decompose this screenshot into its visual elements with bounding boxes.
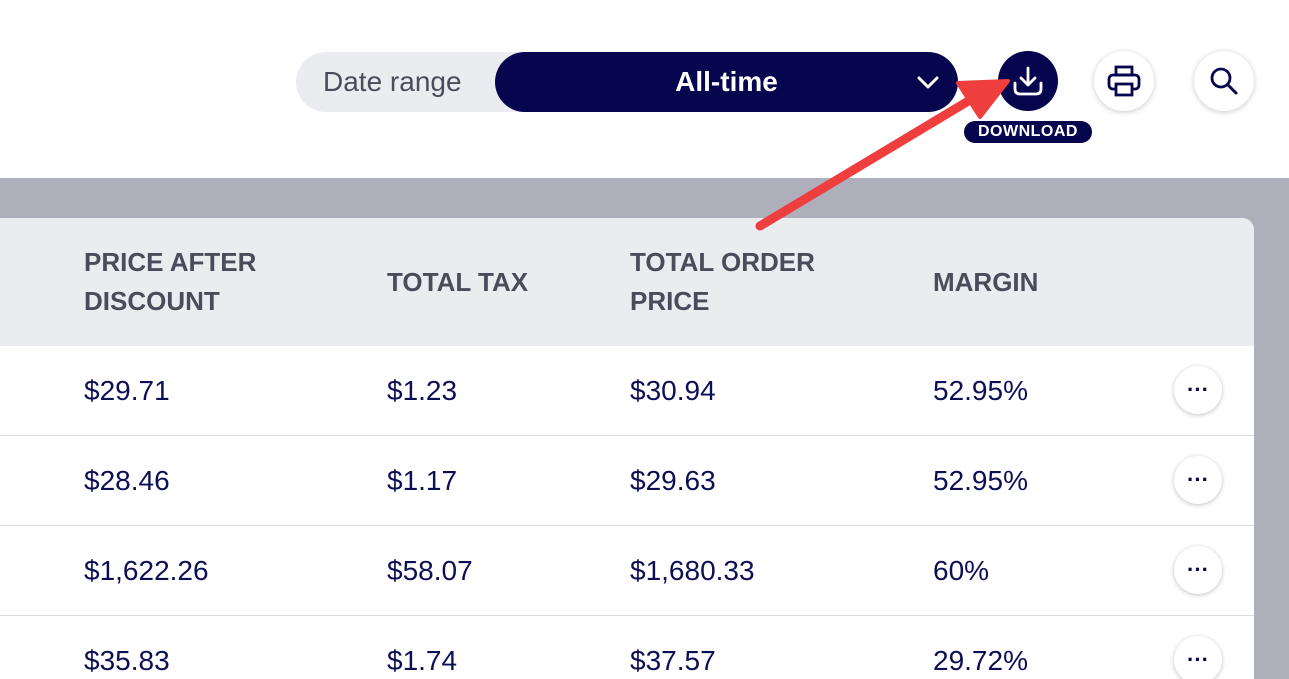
more-options-icon: ···	[1187, 557, 1209, 582]
row-actions-button[interactable]: ···	[1174, 546, 1222, 594]
cell-total-order-price: $37.57	[630, 645, 716, 676]
cell-margin: 60%	[933, 555, 990, 586]
header-total-tax[interactable]: TOTAL TAX	[387, 218, 528, 346]
toolbar: Date range All-time DOWNLOAD	[0, 0, 1289, 178]
header-margin[interactable]: MARGIN	[933, 218, 1038, 346]
cell-price-after-discount: $1,622.26	[84, 555, 209, 586]
date-range-control: Date range All-time	[296, 52, 958, 112]
header-price-after-discount-label: PRICE AFTER DISCOUNT	[84, 247, 257, 316]
date-range-label: Date range	[323, 66, 462, 97]
download-icon	[1013, 66, 1043, 96]
header-total-order-price[interactable]: TOTAL ORDER PRICE	[630, 218, 815, 346]
cell-total-tax: $1.74	[387, 645, 458, 676]
download-button[interactable]	[998, 51, 1058, 111]
cell-price-after-discount: $28.46	[84, 465, 170, 496]
header-total-tax-label: TOTAL TAX	[387, 266, 529, 297]
table-row: $35.83 $1.74 $37.57 29.72% ···	[0, 616, 1254, 679]
printer-icon	[1107, 65, 1141, 97]
search-button[interactable]	[1194, 51, 1254, 111]
table-header: PRICE AFTER DISCOUNT TOTAL TAX TOTAL ORD…	[0, 218, 1254, 346]
table-row: $28.46 $1.17 $29.63 52.95% ···	[0, 436, 1254, 526]
cell-total-tax: $1.17	[387, 465, 458, 496]
cell-total-order-price: $29.63	[630, 465, 716, 496]
row-actions-button[interactable]: ···	[1174, 636, 1222, 679]
more-options-icon: ···	[1187, 467, 1209, 492]
cell-total-tax: $1.23	[387, 375, 458, 406]
header-margin-label: MARGIN	[933, 266, 1039, 297]
cell-price-after-discount: $35.83	[84, 645, 170, 676]
more-options-icon: ···	[1187, 647, 1209, 672]
cell-total-order-price: $1,680.33	[630, 555, 755, 586]
row-actions-button[interactable]: ···	[1174, 456, 1222, 504]
date-range-value: All-time	[675, 66, 778, 97]
cell-total-order-price: $30.94	[630, 375, 716, 406]
cell-price-after-discount: $29.71	[84, 375, 170, 406]
table-row: $29.71 $1.23 $30.94 52.95% ···	[0, 346, 1254, 436]
orders-table: PRICE AFTER DISCOUNT TOTAL TAX TOTAL ORD…	[0, 218, 1254, 679]
date-range-dropdown[interactable]: All-time	[495, 52, 958, 112]
print-button[interactable]	[1094, 51, 1154, 111]
cell-total-tax: $58.07	[387, 555, 473, 586]
download-tooltip: DOWNLOAD	[964, 121, 1092, 143]
more-options-icon: ···	[1187, 377, 1209, 402]
cell-margin: 52.95%	[933, 375, 1028, 406]
chevron-down-icon	[917, 76, 939, 89]
row-actions-button[interactable]: ···	[1174, 366, 1222, 414]
cell-margin: 52.95%	[933, 465, 1028, 496]
header-price-after-discount[interactable]: PRICE AFTER DISCOUNT	[84, 218, 256, 346]
header-total-order-price-label: TOTAL ORDER PRICE	[630, 247, 815, 316]
cell-margin: 29.72%	[933, 645, 1028, 676]
table-row: $1,622.26 $58.07 $1,680.33 60% ···	[0, 526, 1254, 616]
search-icon	[1210, 67, 1238, 95]
